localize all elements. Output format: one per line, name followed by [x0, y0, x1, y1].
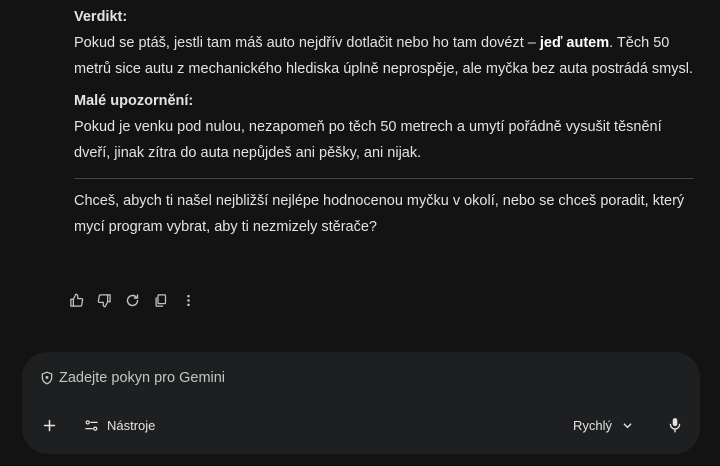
prompt-placeholder: Zadejte pokyn pro Gemini	[59, 370, 226, 386]
plus-icon	[42, 418, 57, 433]
tools-button[interactable]: Nástroje	[84, 414, 155, 436]
warning-heading: Malé upozornění:	[74, 93, 194, 109]
chevron-down-icon	[622, 420, 633, 431]
more-vertical-icon[interactable]	[178, 290, 198, 310]
tools-sliders-icon	[84, 418, 99, 433]
divider	[74, 178, 694, 179]
verdict-heading: Verdikt:	[74, 9, 128, 25]
prompt-composer: Zadejte pokyn pro Gemini Nástroje Rychlý	[22, 352, 700, 454]
microphone-icon	[668, 417, 682, 433]
prompt-input[interactable]: Zadejte pokyn pro Gemini	[40, 370, 225, 386]
add-button[interactable]	[38, 414, 60, 436]
regenerate-icon[interactable]	[122, 290, 142, 310]
mode-label: Rychlý	[573, 417, 613, 433]
verdict-bold: jeď autem	[539, 35, 610, 51]
copy-icon[interactable]	[150, 290, 170, 310]
warning-paragraph: Pokud je venku pod nulou, nezapomeň po t…	[74, 119, 662, 161]
mode-selector[interactable]: Rychlý	[573, 414, 633, 436]
verdict-paragraph: Pokud se ptáš, jestli tam máš auto nejdř…	[74, 30, 700, 82]
model-response: Verdikt: Pokud se ptáš, jestli tam máš a…	[74, 4, 700, 240]
followup-question: Chceš, abych ti našel nejbližší nejlépe …	[74, 193, 685, 235]
response-actions	[66, 290, 198, 310]
microphone-button[interactable]	[664, 414, 686, 436]
thumb-up-icon[interactable]	[66, 290, 86, 310]
thumb-down-icon[interactable]	[94, 290, 114, 310]
tools-label: Nástroje	[107, 417, 156, 433]
shield-icon	[40, 371, 54, 385]
verdict-text-start: Pokud se ptáš, jestli tam máš auto nejdř…	[74, 35, 540, 51]
chat-page: Verdikt: Pokud se ptáš, jestli tam máš a…	[0, 0, 720, 466]
